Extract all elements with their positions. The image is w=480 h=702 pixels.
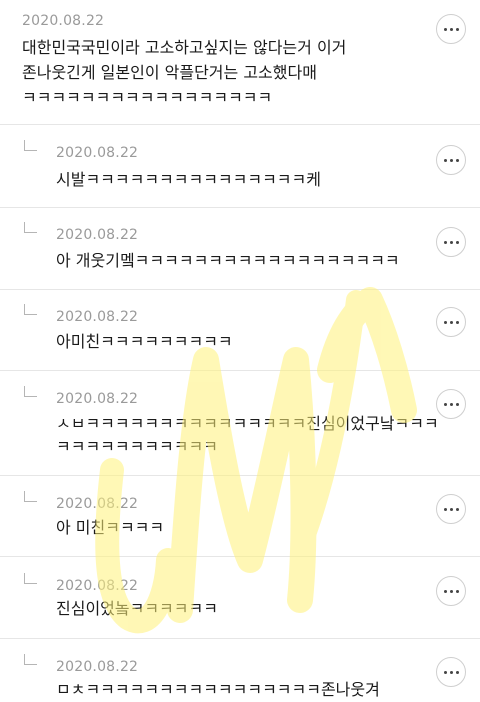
more-horizontal-icon [443, 320, 447, 324]
comment-date: 2020.08.22 [56, 391, 139, 407]
comment-date: 2020.08.22 [56, 145, 139, 161]
comment-text-line: ㅅㅂㅋㅋㅋㅋㅋㅋㅋㅋㅋㅋㅋㅋㅋㅋㅋ진심이었구낰ㅋㅋㅋ [56, 414, 439, 433]
reply-arrow-icon [24, 654, 37, 665]
comment-date: 2020.08.22 [56, 578, 139, 594]
more-horizontal-icon [443, 240, 447, 244]
reply-arrow-icon [24, 491, 37, 502]
comment-text-line: 아미친ㅋㅋㅋㅋㅋㅋㅋㅋㅋ [56, 332, 233, 351]
divider [0, 207, 480, 208]
comment-date: 2020.08.22 [22, 13, 105, 29]
more-options-button[interactable] [436, 389, 466, 419]
more-options-button[interactable] [436, 145, 466, 175]
divider [0, 638, 480, 639]
more-horizontal-icon [443, 158, 447, 162]
watermark-letter-y [317, 287, 417, 423]
comment-text-line: 진심이었놐ㅋㅋㅋㅋㅋㅋ [56, 599, 218, 618]
more-horizontal-icon [443, 27, 447, 31]
more-options-button[interactable] [436, 307, 466, 337]
watermark-letter-m [167, 347, 317, 623]
comment-text-line: 아 개웃기멬ㅋㅋㅋㅋㅋㅋㅋㅋㅋㅋㅋㅋㅋㅋㅋㅋㅋㅋ [56, 251, 400, 270]
divider [0, 370, 480, 371]
reply-arrow-icon [24, 222, 37, 233]
comment-text-line: ㅋㅋㅋㅋㅋㅋㅋㅋㅋㅋㅋㅋㅋㅋㅋㅋㅋ [22, 88, 273, 107]
divider [0, 475, 480, 476]
more-horizontal-icon [443, 670, 447, 674]
more-options-button[interactable] [436, 494, 466, 524]
reply-arrow-icon [24, 386, 37, 397]
more-options-button[interactable] [436, 227, 466, 257]
comment-text-line: ㅋㅋㅋㅋㅋㅋㅋㅋㅋㅋㅋ [56, 437, 218, 456]
comment-text-line: ㅁㅊㅋㅋㅋㅋㅋㅋㅋㅋㅋㅋㅋㅋㅋㅋㅋㅋ존나웃겨 [56, 680, 380, 699]
more-options-button[interactable] [436, 576, 466, 606]
more-horizontal-icon [443, 402, 447, 406]
comment-date: 2020.08.22 [56, 309, 139, 325]
reply-arrow-icon [24, 304, 37, 315]
more-horizontal-icon [443, 589, 447, 593]
more-horizontal-icon [443, 507, 447, 511]
divider [0, 124, 480, 125]
comment-text-line: 대한민국국민이라 고소하고싶지는 않다는거 이거 [22, 38, 347, 57]
comment-text-line: 시발ㅋㅋㅋㅋㅋㅋㅋㅋㅋㅋㅋㅋㅋㅋㅋ케 [56, 170, 321, 189]
comment-text-line: 아 미친ㅋㅋㅋㅋ [56, 518, 165, 537]
comment-date: 2020.08.22 [56, 496, 139, 512]
comment-date: 2020.08.22 [56, 227, 139, 243]
divider [0, 556, 480, 557]
more-options-button[interactable] [436, 14, 466, 44]
more-options-button[interactable] [436, 657, 466, 687]
reply-arrow-icon [24, 573, 37, 584]
divider [0, 289, 480, 290]
reply-arrow-icon [24, 140, 37, 151]
comment-date: 2020.08.22 [56, 659, 139, 675]
comment-text-line: 존나웃긴게 일본인이 악플단거는 고소했다매 [22, 63, 317, 82]
